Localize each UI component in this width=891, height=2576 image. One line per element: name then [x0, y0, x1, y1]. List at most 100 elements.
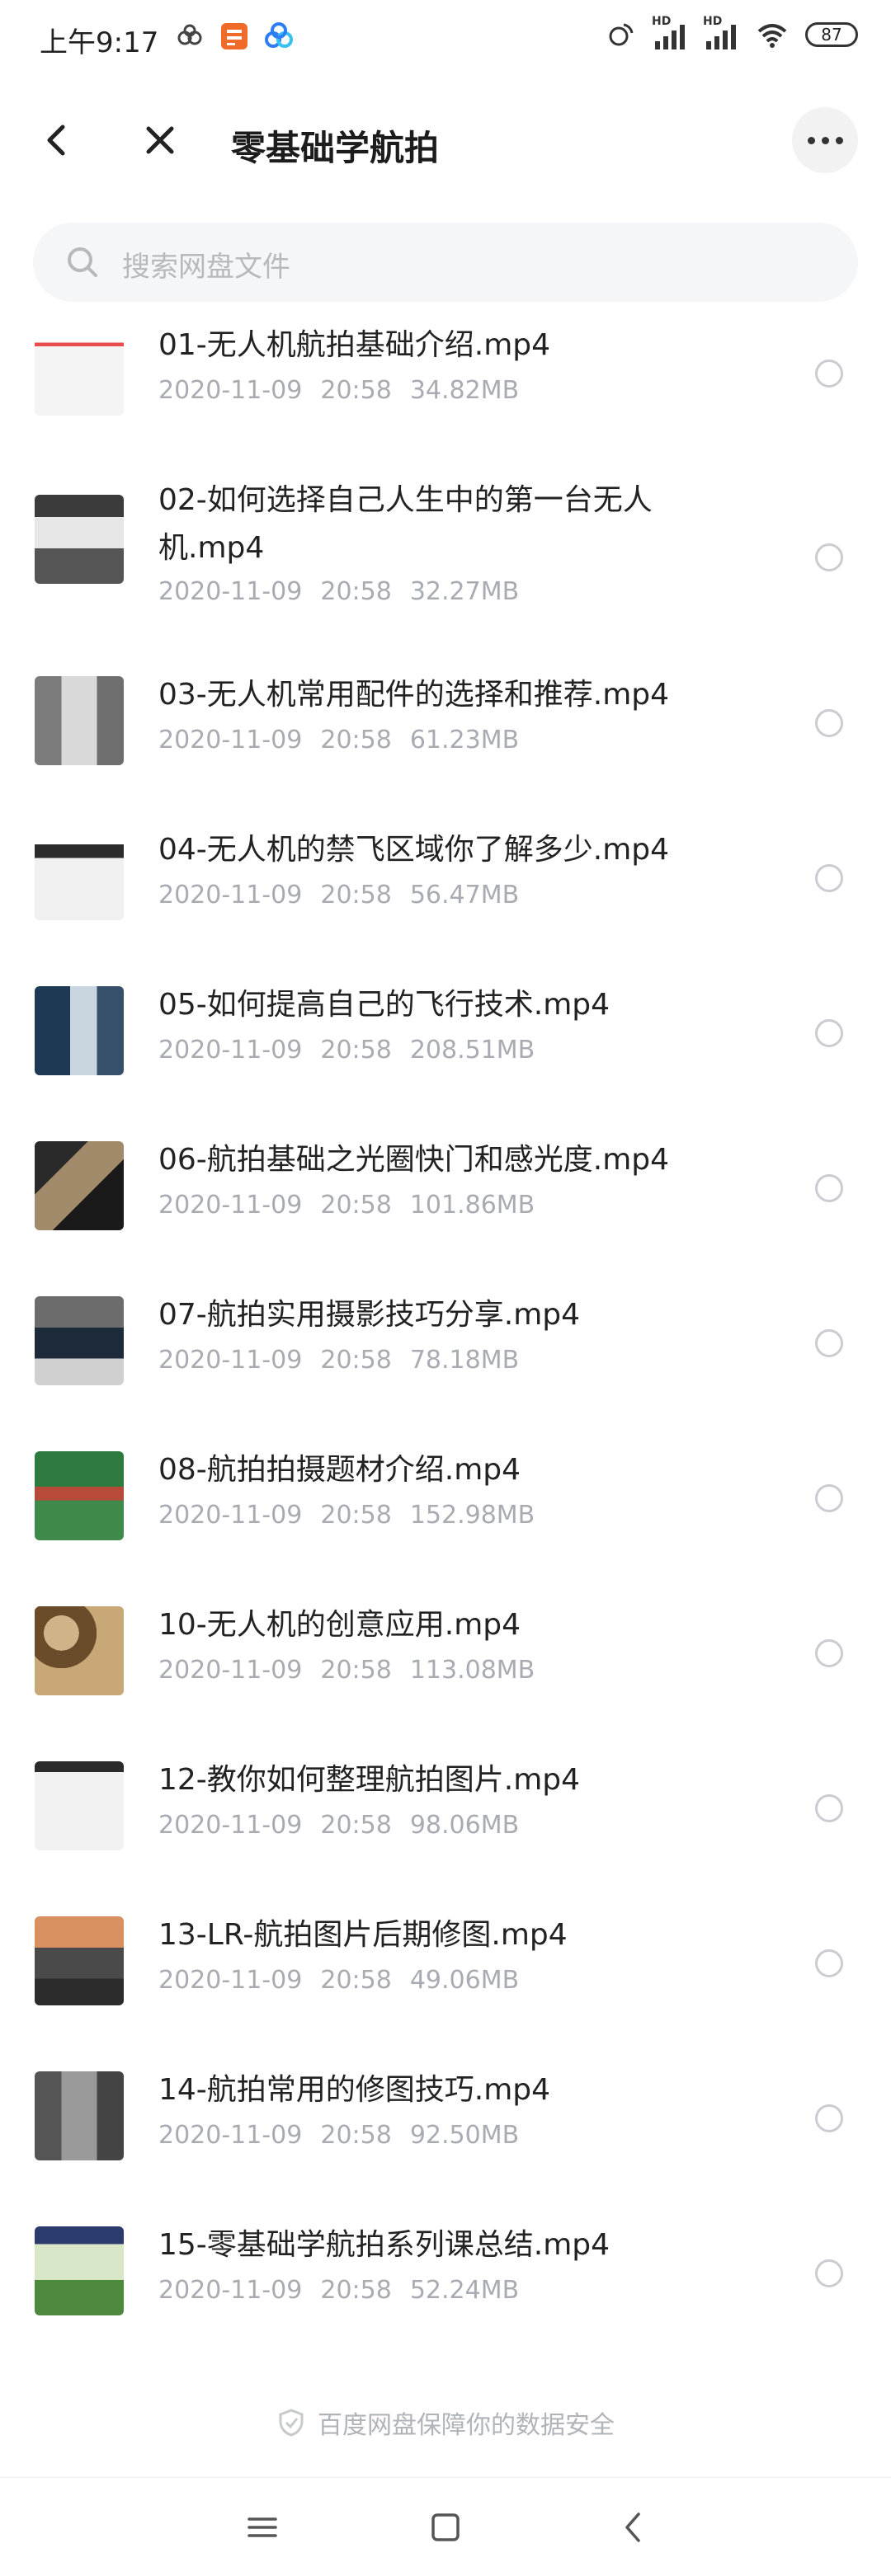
system-nav-bar [0, 2477, 891, 2576]
file-meta: 2020-11-09 20:58 52.24MB [158, 2276, 519, 2305]
video-thumbnail[interactable] [35, 1761, 124, 1850]
video-thumbnail[interactable] [35, 1606, 124, 1695]
wifi-icon [757, 24, 787, 48]
file-date: 2020-11-09 [158, 1036, 303, 1065]
file-size: 92.50MB [409, 2121, 520, 2150]
security-note: 百度网盘保障你的数据安全 [0, 2404, 891, 2441]
file-time: 20:58 [320, 1346, 392, 1375]
video-thumbnail[interactable] [35, 2071, 124, 2160]
close-icon[interactable] [135, 115, 185, 165]
file-date: 2020-11-09 [158, 1966, 303, 1995]
file-meta: 2020-11-09 20:58 98.06MB [158, 1811, 519, 1840]
file-meta: 2020-11-09 20:58 113.08MB [158, 1656, 535, 1685]
file-time: 20:58 [320, 1811, 392, 1840]
file-row[interactable]: 15-零基础学航拍系列课总结.mp4 2020-11-09 20:58 52.24MB [0, 2212, 891, 2367]
file-row[interactable]: 07-航拍实用摄影技巧分享.mp4 2020-11-09 20:58 78.18MB [0, 1281, 891, 1436]
status-notification-icons [173, 20, 295, 53]
video-thumbnail[interactable] [35, 1451, 124, 1540]
more-icon-dot [835, 136, 843, 144]
file-row[interactable]: 01-无人机航拍基础介绍.mp4 2020-11-09 20:58 34.82MB [0, 312, 891, 467]
status-system-icons: HD HD 87 [604, 15, 858, 51]
file-name: 03-无人机常用配件的选择和推荐.mp4 [158, 678, 670, 712]
nav-back-icon[interactable] [614, 2508, 653, 2547]
file-name: 08-航拍拍摄题材介绍.mp4 [158, 1453, 521, 1487]
file-name: 02-如何选择自己人生中的第一台无人机.mp4 [158, 483, 653, 565]
file-size: 208.51MB [409, 1036, 535, 1065]
select-checkbox[interactable] [815, 543, 843, 571]
header: 零基础学航拍 [0, 91, 891, 190]
file-time: 20:58 [320, 1036, 392, 1065]
file-size: 98.06MB [409, 1811, 520, 1840]
file-row[interactable]: 03-无人机常用配件的选择和推荐.mp4 2020-11-09 20:58 61.23… [0, 661, 891, 816]
select-checkbox[interactable] [815, 1639, 843, 1667]
select-checkbox[interactable] [815, 1329, 843, 1357]
file-row[interactable]: 13-LR-航拍图片后期修图.mp4 2020-11-09 20:58 49.06MB [0, 1901, 891, 2057]
file-meta: 2020-11-09 20:58 101.86MB [158, 1191, 535, 1220]
file-time: 20:58 [320, 881, 392, 910]
select-checkbox[interactable] [815, 709, 843, 737]
file-name: 05-如何提高自己的飞行技术.mp4 [158, 988, 610, 1022]
file-time: 20:58 [320, 2121, 392, 2150]
file-name: 14-航拍常用的修图技巧.mp4 [158, 2073, 551, 2107]
file-row[interactable]: 05-如何提高自己的飞行技术.mp4 2020-11-09 20:58 208.51M… [0, 971, 891, 1126]
search-icon [68, 247, 97, 277]
file-row[interactable]: 06-航拍基础之光圈快门和感光度.mp4 2020-11-09 20:58 101.8… [0, 1126, 891, 1281]
taobao-app-icon [221, 23, 248, 49]
file-time: 20:58 [320, 1191, 392, 1220]
file-name: 10-无人机的创意应用.mp4 [158, 1608, 521, 1642]
signal-2: HD [703, 15, 739, 51]
file-meta: 2020-11-09 20:58 34.82MB [158, 376, 519, 405]
video-thumbnail[interactable] [35, 2226, 124, 2315]
file-meta: 2020-11-09 20:58 92.50MB [158, 2121, 519, 2150]
video-thumbnail[interactable] [35, 986, 124, 1075]
file-name: 06-航拍基础之光圈快门和感光度.mp4 [158, 1143, 670, 1177]
video-thumbnail[interactable] [35, 327, 124, 416]
select-checkbox[interactable] [815, 1174, 843, 1202]
file-row[interactable]: 04-无人机的禁飞区域你了解多少.mp4 2020-11-09 20:58 56.47… [0, 816, 891, 971]
select-checkbox[interactable] [815, 864, 843, 892]
nfc-icon [609, 23, 634, 46]
file-meta: 2020-11-09 20:58 56.47MB [158, 881, 519, 910]
file-time: 20:58 [320, 1501, 392, 1530]
video-thumbnail[interactable] [35, 1141, 124, 1230]
file-size: 113.08MB [409, 1656, 535, 1685]
file-row[interactable]: 14-航拍常用的修图技巧.mp4 2020-11-09 20:58 92.50MB [0, 2057, 891, 2212]
video-thumbnail[interactable] [35, 495, 124, 584]
file-date: 2020-11-09 [158, 2121, 303, 2150]
file-name: 04-无人机的禁飞区域你了解多少.mp4 [158, 833, 670, 867]
select-checkbox[interactable] [815, 1794, 843, 1822]
file-meta: 2020-11-09 20:58 152.98MB [158, 1501, 535, 1530]
home-icon[interactable] [426, 2508, 465, 2547]
status-bar: 上午9:17 HD HD 87 [0, 0, 891, 79]
file-row[interactable]: 12-教你如何整理航拍图片.mp4 2020-11-09 20:58 98.06MB [0, 1746, 891, 1901]
back-arrow-icon[interactable] [33, 115, 82, 165]
video-thumbnail[interactable] [35, 831, 124, 920]
menu-icon[interactable] [243, 2508, 282, 2547]
file-date: 2020-11-09 [158, 1346, 303, 1375]
select-checkbox[interactable] [815, 360, 843, 388]
more-button[interactable] [792, 107, 858, 173]
file-time: 20:58 [320, 1966, 392, 1995]
file-date: 2020-11-09 [158, 1656, 303, 1685]
more-icon-dot [821, 136, 829, 144]
search-input[interactable]: 搜索网盘文件 [33, 223, 858, 302]
select-checkbox[interactable] [815, 1484, 843, 1512]
video-thumbnail[interactable] [35, 676, 124, 765]
file-name: 15-零基础学航拍系列课总结.mp4 [158, 2228, 610, 2262]
select-checkbox[interactable] [815, 2104, 843, 2132]
file-name: 12-教你如何整理航拍图片.mp4 [158, 1763, 581, 1797]
file-date: 2020-11-09 [158, 726, 303, 754]
file-row[interactable]: 02-如何选择自己人生中的第一台无人机.mp4 2020-11-09 20:58 32… [0, 467, 891, 661]
file-time: 20:58 [320, 1656, 392, 1685]
select-checkbox[interactable] [815, 1019, 843, 1047]
file-size: 49.06MB [409, 1966, 520, 1995]
file-name: 01-无人机航拍基础介绍.mp4 [158, 328, 551, 362]
file-row[interactable]: 10-无人机的创意应用.mp4 2020-11-09 20:58 113.08MB [0, 1591, 891, 1746]
file-time: 20:58 [320, 376, 392, 405]
signal-1: HD [652, 15, 688, 51]
video-thumbnail[interactable] [35, 1916, 124, 2005]
file-row[interactable]: 08-航拍拍摄题材介绍.mp4 2020-11-09 20:58 152.98MB [0, 1436, 891, 1591]
select-checkbox[interactable] [815, 2259, 843, 2287]
select-checkbox[interactable] [815, 1949, 843, 1977]
video-thumbnail[interactable] [35, 1296, 124, 1385]
